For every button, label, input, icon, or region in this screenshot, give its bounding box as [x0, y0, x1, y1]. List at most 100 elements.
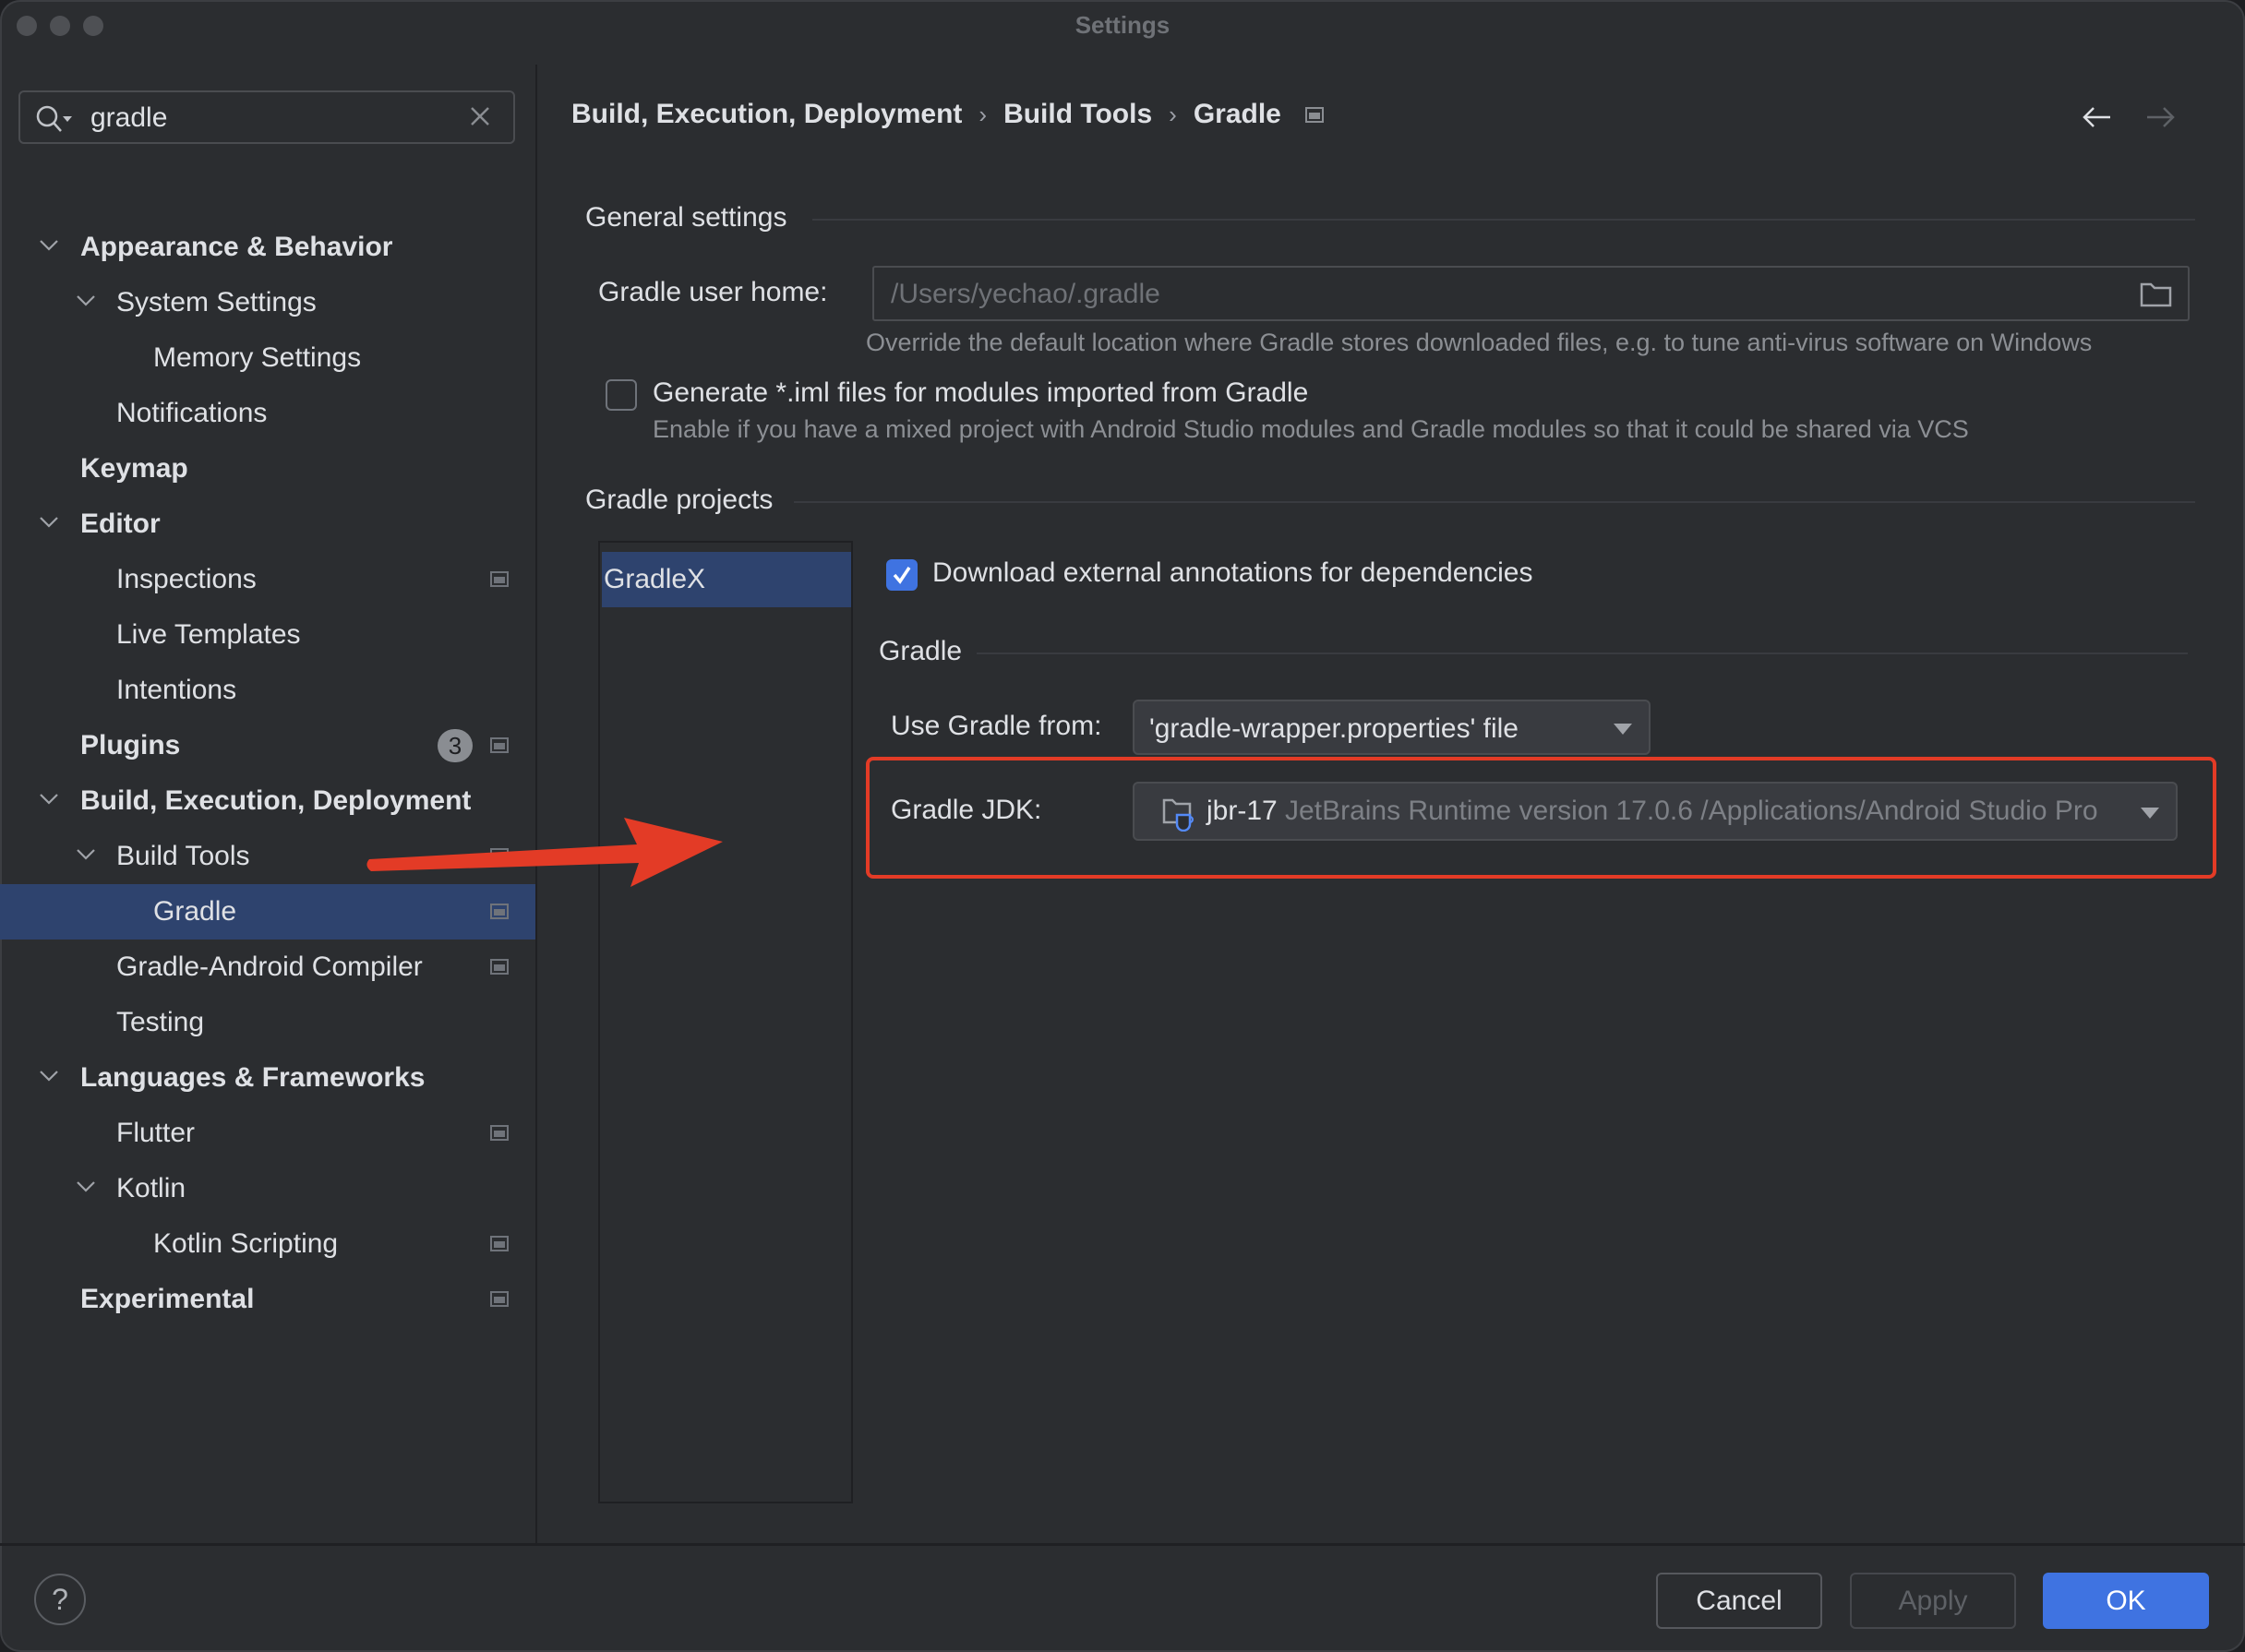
help-button[interactable]: ?: [34, 1574, 86, 1625]
jdk-detail: JetBrains Runtime version 17.0.6 /Applic…: [1285, 796, 2098, 826]
chevron-down-icon[interactable]: [76, 1179, 96, 1199]
forward-arrow-icon[interactable]: [2143, 103, 2177, 136]
generate-iml-hint: Enable if you have a mixed project with …: [653, 415, 1969, 443]
use-gradle-from-label: Use Gradle from:: [891, 711, 1102, 741]
tree-item[interactable]: Inspections: [0, 552, 535, 607]
checkmark-icon: [893, 567, 911, 584]
tree-item[interactable]: Kotlin: [0, 1161, 535, 1216]
tree-item[interactable]: Intentions: [0, 663, 535, 718]
tree-item-label: Memory Settings: [153, 342, 362, 373]
gradle-jdk-dropdown[interactable]: jbr-17 JetBrains Runtime version 17.0.6 …: [1133, 782, 2178, 841]
ok-button[interactable]: OK: [2043, 1573, 2209, 1629]
project-scope-icon: [490, 1291, 509, 1307]
folder-icon[interactable]: [2140, 281, 2173, 313]
back-arrow-icon[interactable]: [2081, 103, 2114, 136]
gradle-jdk-label: Gradle JDK:: [891, 795, 1042, 825]
tree-item-label: Plugins: [80, 730, 181, 760]
tree-item[interactable]: Build Tools: [0, 829, 535, 884]
download-annotations-label[interactable]: Download external annotations for depend…: [932, 557, 1532, 589]
gradle-user-home-label: Gradle user home:: [598, 277, 828, 307]
chevron-down-icon[interactable]: [39, 792, 59, 811]
search-input[interactable]: gradle: [18, 90, 515, 144]
breadcrumb: Build, Execution, Deployment › Build Tools…: [571, 98, 1324, 130]
project-scope-icon: [1304, 106, 1324, 123]
jdk-folder-icon: [1162, 796, 1199, 836]
tree-item[interactable]: Flutter: [0, 1106, 535, 1161]
project-scope-icon: [490, 959, 509, 975]
tree-item[interactable]: Gradle-Android Compiler: [0, 940, 535, 995]
chevron-down-icon[interactable]: [39, 515, 59, 534]
gradle-user-home-value: /Users/yechao/.gradle: [891, 279, 1160, 309]
breadcrumb-item[interactable]: Build, Execution, Deployment: [571, 99, 962, 130]
search-icon: [35, 104, 76, 138]
use-gradle-from-dropdown[interactable]: 'gradle-wrapper.properties' file: [1133, 700, 1651, 755]
project-scope-icon: [490, 1236, 509, 1251]
chevron-down-icon[interactable]: [76, 847, 96, 867]
project-list-item[interactable]: GradleX: [602, 552, 851, 607]
tree-item-label: Keymap: [80, 453, 188, 484]
gradle-section-title: Gradle: [879, 636, 963, 666]
tree-item[interactable]: Appearance & Behavior: [0, 220, 535, 275]
tree-item[interactable]: Experimental: [0, 1272, 535, 1327]
tree-item[interactable]: Build, Execution, Deployment: [0, 773, 535, 829]
window-title: Settings: [1074, 11, 1171, 39]
tree-item-label: Kotlin Scripting: [153, 1228, 339, 1259]
tree-item-label: Experimental: [80, 1284, 255, 1314]
tree-item-label: Appearance & Behavior: [80, 232, 393, 262]
project-scope-icon: [490, 904, 509, 919]
gradle-user-home-hint: Override the default location where Grad…: [866, 329, 2093, 356]
update-count-badge: 3: [438, 729, 473, 762]
tree-item[interactable]: Keymap: [0, 441, 535, 497]
tree-item[interactable]: Plugins 3: [0, 718, 535, 773]
chevron-down-icon[interactable]: [39, 1069, 59, 1088]
tree-item-label: Notifications: [116, 398, 268, 428]
tree-item[interactable]: Memory Settings: [0, 330, 535, 386]
gradle-user-home-field[interactable]: /Users/yechao/.gradle: [872, 266, 2190, 321]
apply-button[interactable]: Apply: [1850, 1573, 2016, 1629]
chevron-right-icon: ›: [1169, 100, 1177, 128]
project-scope-icon: [490, 1125, 509, 1141]
gradle-projects-title: Gradle projects: [585, 485, 774, 515]
chevron-right-icon: ›: [978, 100, 988, 128]
tree-item-label: Build Tools: [116, 841, 250, 871]
tree-item[interactable]: Notifications: [0, 386, 535, 441]
tree-item[interactable]: Editor: [0, 497, 535, 552]
tree-item-label: Build, Execution, Deployment: [80, 785, 472, 816]
tree-item-label: System Settings: [116, 287, 317, 317]
chevron-down-icon[interactable]: [39, 238, 59, 257]
cancel-button[interactable]: Cancel: [1656, 1573, 1822, 1629]
tree-item[interactable]: Testing: [0, 995, 535, 1050]
gradle-jdk-value: jbr-17 JetBrains Runtime version 17.0.6 …: [1207, 796, 2098, 827]
chevron-down-icon: [1614, 724, 1632, 735]
tree-item-label: Gradle-Android Compiler: [116, 952, 423, 982]
settings-sidebar: gradle Appearance & Behavior System Setti…: [0, 52, 535, 1543]
tree-item-label: Intentions: [116, 675, 237, 705]
project-scope-icon: [490, 848, 509, 864]
generate-iml-label[interactable]: Generate *.iml files for modules importe…: [653, 377, 1308, 409]
tree-item-label: Inspections: [116, 564, 257, 594]
tree-item[interactable]: Languages & Frameworks: [0, 1050, 535, 1106]
breadcrumb-item[interactable]: Build Tools: [1003, 99, 1152, 130]
tree-item-label: Editor: [80, 509, 161, 539]
close-icon[interactable]: [467, 103, 493, 134]
gradle-projects-list: GradleX: [598, 541, 853, 1503]
breadcrumb-item: Gradle: [1193, 99, 1281, 130]
section-divider: [812, 219, 2195, 221]
search-value: gradle: [90, 102, 168, 133]
project-name: GradleX: [604, 564, 706, 594]
tree-item[interactable]: System Settings: [0, 275, 535, 330]
tree-item-label: Live Templates: [116, 619, 301, 650]
tree-item[interactable]: Live Templates: [0, 607, 535, 663]
tree-item[interactable]: Kotlin Scripting: [0, 1216, 535, 1272]
chevron-down-icon[interactable]: [76, 293, 96, 313]
main-panel: Build, Execution, Deployment › Build Tools…: [537, 52, 2245, 1543]
tree-item[interactable]: Gradle: [0, 884, 535, 940]
section-divider: [794, 501, 2195, 503]
download-annotations-checkbox[interactable]: [886, 559, 918, 591]
general-settings-title: General settings: [585, 202, 787, 233]
project-scope-icon: [490, 571, 509, 587]
generate-iml-checkbox[interactable]: [606, 379, 637, 411]
tree-item-label: Gradle: [153, 896, 237, 927]
section-divider: [977, 652, 2188, 654]
chevron-down-icon: [2141, 808, 2159, 819]
